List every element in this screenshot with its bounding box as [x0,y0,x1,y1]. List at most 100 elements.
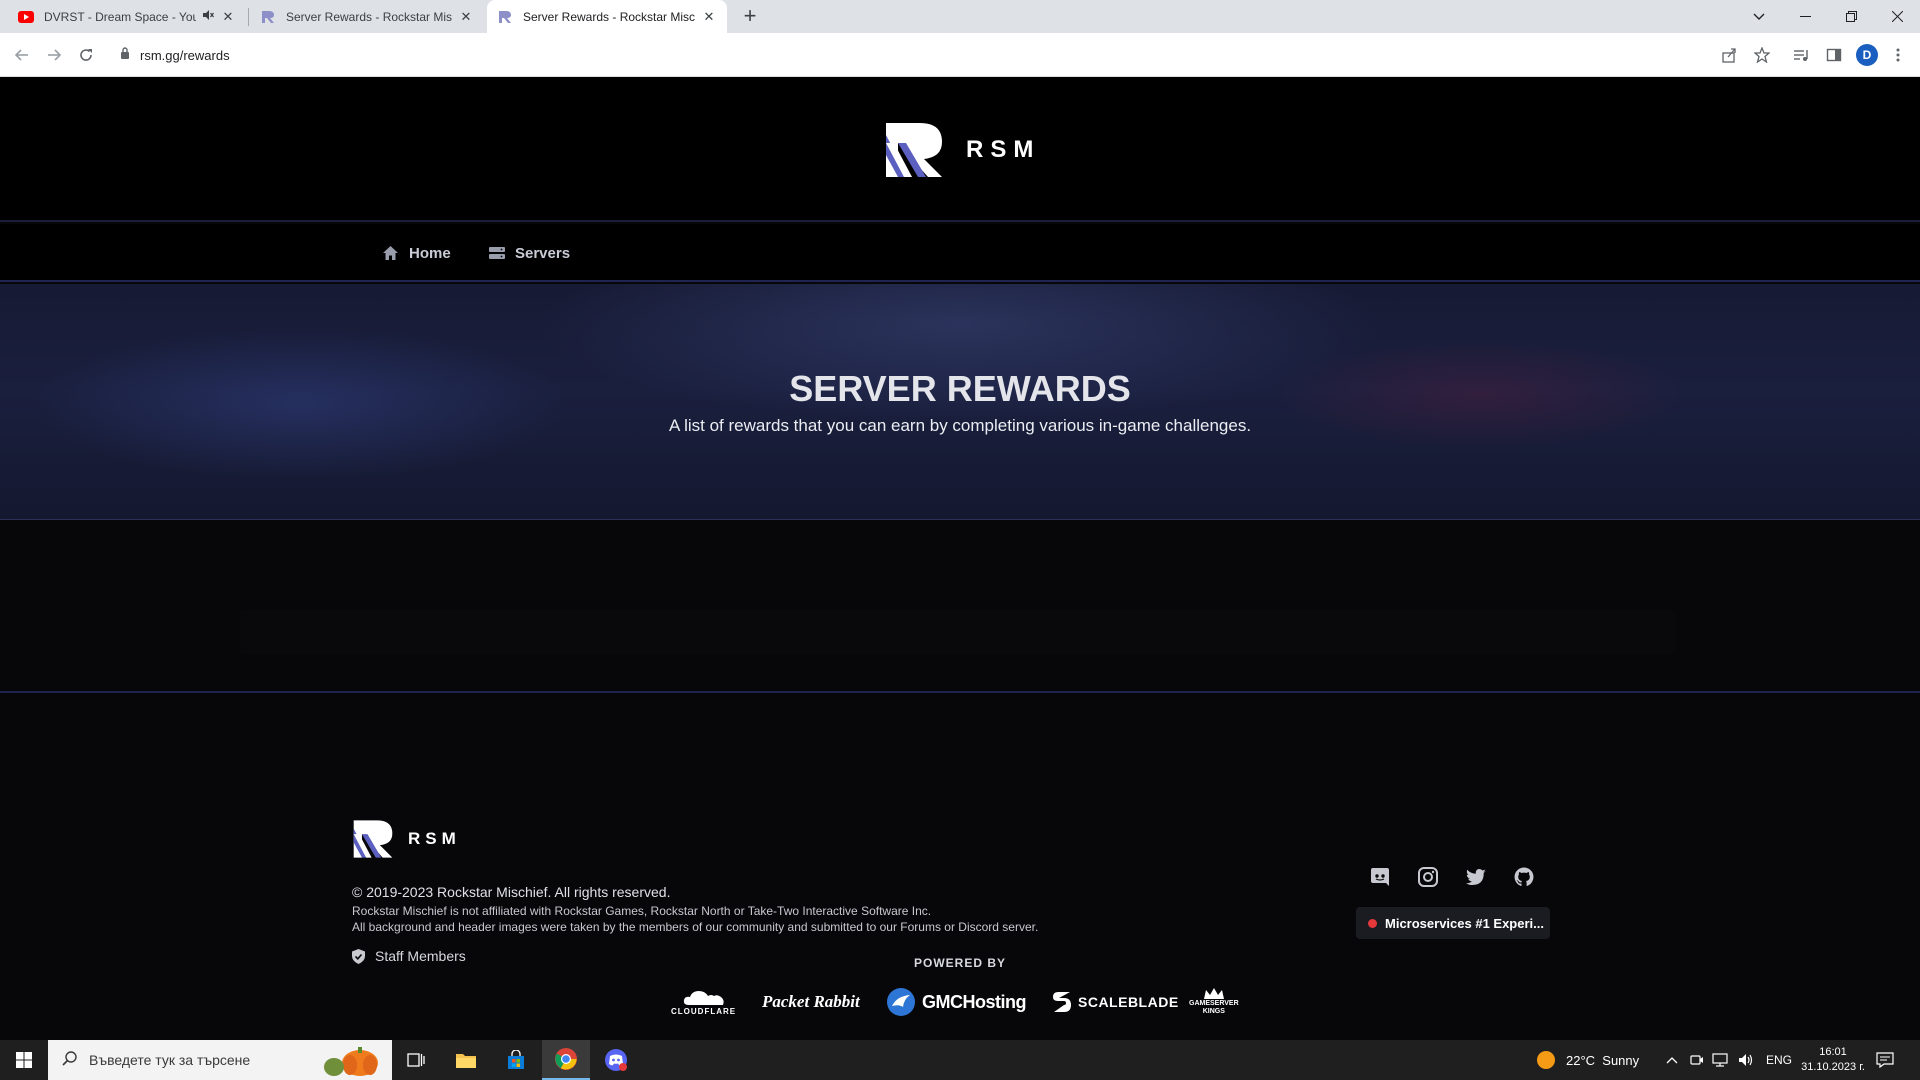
scaleblade-wordmark: SCALEBLADE [1078,994,1179,1010]
instagram-icon[interactable] [1416,865,1440,889]
youtube-icon [18,9,34,25]
footer-logo[interactable]: RSM [352,819,461,859]
tab-title: Server Rewards - Rockstar Misch [523,9,695,24]
address-bar[interactable]: rsm.gg/rewards [108,38,1768,72]
microsoft-store-icon[interactable] [492,1040,540,1080]
cloud-icon [683,990,724,1005]
close-icon[interactable]: ✕ [701,9,717,25]
discord-now-playing-badge[interactable]: Microservices #1 Experi... [1356,907,1550,939]
chrome-taskbar-icon[interactable] [542,1040,590,1080]
live-dot-icon [1368,918,1377,928]
crown-icon [1203,988,1224,999]
rsm-logo-icon [886,123,942,177]
side-panel-icon[interactable] [1823,44,1845,66]
restore-button[interactable] [1828,0,1874,33]
gsk-wordmark-1: GAMESERVER [1189,1000,1239,1007]
github-icon[interactable] [1512,865,1536,889]
site-logo[interactable]: RSM [884,121,1040,179]
mute-icon[interactable] [202,9,214,24]
twitter-icon[interactable] [1464,865,1488,889]
nav-home[interactable]: Home [382,224,451,282]
copyright-text: © 2019-2023 Rockstar Mischief. All right… [352,884,671,900]
tab-title: Server Rewards - Rockstar Misch [286,9,452,24]
clock-time: 16:01 [1819,1046,1847,1058]
browser-toolbar: rsm.gg/rewards D [0,33,1920,77]
cloudflare-logo[interactable]: CLOUDFLARE [671,984,736,1020]
forward-button[interactable] [40,41,68,69]
reload-button[interactable] [72,41,100,69]
task-view-button[interactable] [392,1040,440,1080]
gmc-bird-icon [887,988,915,1016]
web-page: RSM Home Servers SERVER REWARDS A list o… [0,77,1920,1040]
media-control-icon[interactable] [1790,44,1812,66]
browser-tab-youtube[interactable]: DVRST - Dream Space - You ✕ [8,0,246,33]
windows-start-button[interactable] [0,1040,48,1080]
home-icon [383,246,398,260]
cloudflare-wordmark: CLOUDFLARE [671,1006,737,1016]
tab-search-button[interactable] [1736,0,1782,33]
network-icon[interactable] [1712,1040,1728,1080]
bookmark-star-icon[interactable] [1751,44,1773,66]
taskbar-search-box[interactable]: Въведете тук за търсене [48,1040,392,1080]
clock-date: 31.10.2023 г. [1801,1061,1865,1073]
gmchosting-wordmark: GMCHosting [922,991,1026,1012]
rsm-logo-icon [353,820,393,858]
hero-banner: SERVER REWARDS A list of rewards that yo… [0,284,1920,520]
scaleblade-icon [1053,992,1071,1012]
browser-tab-rewards-1[interactable]: Server Rewards - Rockstar Misch ✕ [250,0,484,33]
screen: DVRST - Dream Space - You ✕ Server Rewar… [0,0,1920,1080]
menu-kebab-icon[interactable] [1887,44,1909,66]
packet-rabbit-wordmark: Packet Rabbit [762,992,860,1011]
profile-avatar[interactable]: D [1856,44,1878,66]
servers-icon [489,247,505,259]
rsm-icon [497,9,513,25]
browser-tab-strip: DVRST - Dream Space - You ✕ Server Rewar… [0,0,1920,33]
language-indicator[interactable]: ENG [1766,1040,1792,1080]
discord-icon[interactable] [1368,865,1392,889]
browser-tab-rewards-active[interactable]: Server Rewards - Rockstar Misch ✕ [487,0,727,33]
file-explorer-icon[interactable] [442,1040,490,1080]
site-header: RSM [0,77,1920,222]
url-text: rsm.gg/rewards [140,47,230,63]
weather-widget[interactable]: 22°C Sunny [1536,1040,1639,1080]
footer-logo-wordmark: RSM [408,829,461,848]
search-placeholder: Въведете тук за търсене [89,1052,251,1068]
gsk-wordmark-2: KINGS [1202,1008,1225,1015]
weather-text: 22°C Sunny [1566,1052,1640,1068]
search-icon [62,1051,77,1069]
packet-rabbit-logo[interactable]: Packet Rabbit [762,984,860,1020]
disclaimer-text-2: All background and header images were ta… [352,920,1039,934]
volume-icon[interactable] [1738,1040,1754,1080]
tab-divider [248,8,249,26]
rewards-list-placeholder [240,610,1676,654]
gmchosting-logo[interactable]: GMCHosting [886,984,1026,1020]
sun-icon [1536,1050,1556,1070]
language-text: ENG [1766,1053,1793,1067]
show-hidden-icons-button[interactable] [1666,1040,1678,1080]
gameserver-kings-logo[interactable]: GAMESERVER KINGS [1189,984,1239,1020]
minimize-button[interactable] [1782,0,1828,33]
close-window-button[interactable] [1874,0,1920,33]
page-title: SERVER REWARDS [789,368,1131,409]
windows-taskbar: Въведете тук за търсене 22°C Sunny ENG 1… [0,1040,1920,1080]
now-playing-label: Microservices #1 Experi... [1385,915,1544,931]
back-button[interactable] [8,41,36,69]
nav-servers[interactable]: Servers [489,224,570,282]
site-nav: Home Servers [0,224,1920,282]
windows-logo-icon [16,1052,32,1068]
powered-by-label: POWERED BY [913,956,1006,970]
close-icon[interactable]: ✕ [458,9,474,25]
clock[interactable]: 16:01 31.10.2023 г. [1798,1040,1868,1080]
lock-icon[interactable] [120,46,130,64]
page-subtitle: A list of rewards that you can earn by c… [668,416,1252,435]
close-icon[interactable]: ✕ [220,9,236,25]
rsm-icon [260,9,276,25]
new-tab-button[interactable]: + [737,4,763,30]
share-icon[interactable] [1718,44,1740,66]
notifications-icon[interactable] [1876,1040,1894,1080]
meet-now-icon[interactable] [1690,1040,1704,1080]
discord-taskbar-icon[interactable] [592,1040,640,1080]
scaleblade-logo[interactable]: SCALEBLADE [1052,984,1179,1020]
disclaimer-text: Rockstar Mischief is not affiliated with… [352,904,932,918]
pumpkin-search-highlight-icon [320,1043,384,1077]
